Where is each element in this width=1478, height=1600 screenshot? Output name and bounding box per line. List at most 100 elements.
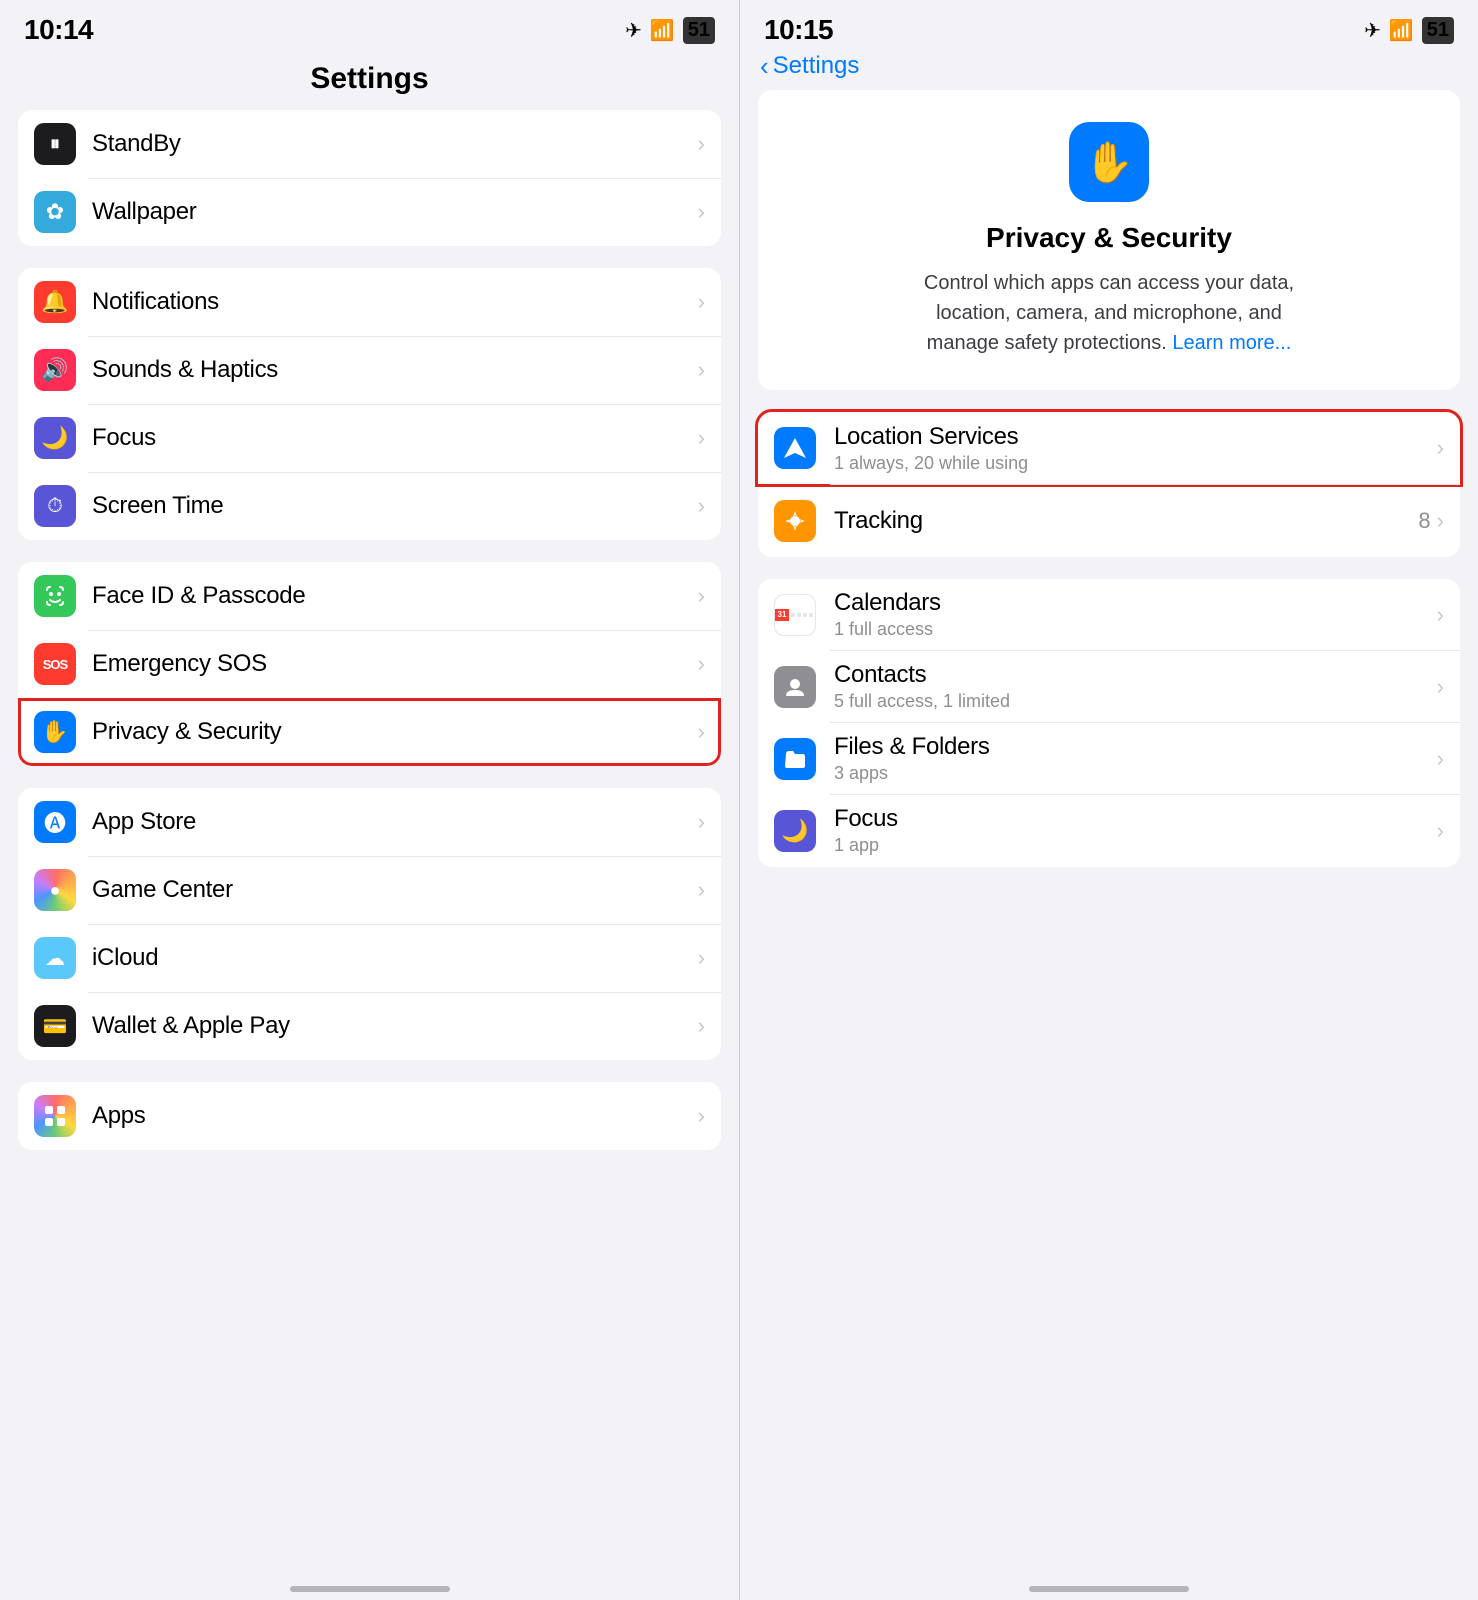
settings-group-4: 🅐 App Store › ● Game Center › ☁ iCloud › [18,788,721,1060]
calendars-chevron: › [1437,602,1444,628]
privacy-hero-desc: Control which apps can access your data,… [899,268,1319,358]
wallet-icon: 💳 [34,1005,76,1047]
permissions-group: 31 Calendars 1 full access › [758,579,1460,867]
files-icon [774,738,816,780]
settings-row-standby[interactable]: ⏸ StandBy › [18,110,721,178]
left-time: 10:14 [24,14,93,46]
calendars-subtitle: 1 full access [834,619,1437,640]
page-title: Settings [0,54,739,110]
standby-icon: ⏸ [34,123,76,165]
right-wifi-icon: 📶 [1389,18,1414,43]
tracking-row[interactable]: Tracking 8 › [758,485,1460,557]
calendars-row[interactable]: 31 Calendars 1 full access › [758,579,1460,651]
back-button[interactable]: ‹ Settings [760,52,1458,80]
focus-label: Focus [92,424,690,452]
right-panel: 10:15 ✈ 📶 51 ‹ Settings ✋ Privacy & Secu… [739,0,1478,1600]
standby-label: StandBy [92,130,690,158]
calendars-text: Calendars 1 full access [834,589,1437,640]
files-title: Files & Folders [834,733,1437,761]
privacy-hero-card: ✋ Privacy & Security Control which apps … [758,90,1460,390]
apps-label: Apps [92,1102,690,1130]
focus-perm-chevron: › [1437,818,1444,844]
back-chevron-icon: ‹ [760,53,769,79]
settings-group-5: Apps › [18,1082,721,1150]
calendars-icon: 31 [774,594,816,636]
left-status-bar: 10:14 ✈ 📶 51 [0,0,739,54]
settings-row-notifications[interactable]: 🔔 Notifications › [18,268,721,336]
apps-icon [34,1095,76,1137]
location-icon [774,427,816,469]
learn-more-link[interactable]: Learn more... [1172,332,1291,354]
focus-icon: 🌙 [34,417,76,459]
tracking-text: Tracking [834,507,1418,535]
settings-group-1: ⏸ StandBy › ✿ Wallpaper › [18,110,721,246]
settings-group-3: Face ID & Passcode › SOS Emergency SOS ›… [18,562,721,766]
settings-group-2: 🔔 Notifications › 🔊 Sounds & Haptics › 🌙… [18,268,721,540]
focus-perm-text: Focus 1 app [834,805,1437,856]
left-status-icons: ✈ 📶 51 [625,17,715,44]
right-home-indicator [740,1564,1478,1600]
privacy-icon: ✋ [34,711,76,753]
tracking-badge: 8 [1418,508,1430,534]
location-services-row[interactable]: Location Services 1 always, 20 while usi… [758,412,1460,484]
icloud-label: iCloud [92,944,690,972]
contacts-chevron: › [1437,674,1444,700]
settings-row-sos[interactable]: SOS Emergency SOS › [18,630,721,698]
files-subtitle: 3 apps [834,763,1437,784]
calendars-title: Calendars [834,589,1437,617]
sounds-label: Sounds & Haptics [92,356,690,384]
sounds-icon: 🔊 [34,349,76,391]
wallpaper-label: Wallpaper [92,198,690,226]
right-airplane-icon: ✈ [1364,18,1381,43]
contacts-subtitle: 5 full access, 1 limited [834,691,1437,712]
privacy-hero-title: Privacy & Security [986,222,1232,254]
screentime-label: Screen Time [92,492,690,520]
airplane-icon: ✈ [625,18,642,43]
settings-row-focus[interactable]: 🌙 Focus › [18,404,721,472]
settings-row-icloud[interactable]: ☁ iCloud › [18,924,721,992]
right-time: 10:15 [764,14,833,46]
gamecenter-icon: ● [34,869,76,911]
sos-label: Emergency SOS [92,650,690,678]
settings-row-apps[interactable]: Apps › [18,1082,721,1150]
right-status-bar: 10:15 ✈ 📶 51 [740,0,1478,46]
tracking-chevron: › [1437,508,1444,534]
location-text: Location Services 1 always, 20 while usi… [834,423,1437,474]
settings-row-sounds[interactable]: 🔊 Sounds & Haptics › [18,336,721,404]
settings-row-screentime[interactable]: ⏱ Screen Time › [18,472,721,540]
files-row[interactable]: Files & Folders 3 apps › [758,723,1460,795]
files-chevron: › [1437,746,1444,772]
home-bar [290,1586,450,1592]
settings-row-wallpaper[interactable]: ✿ Wallpaper › [18,178,721,246]
contacts-text: Contacts 5 full access, 1 limited [834,661,1437,712]
home-indicator [0,1564,739,1600]
right-battery-indicator: 51 [1422,17,1454,44]
location-title: Location Services [834,423,1437,451]
back-label: Settings [773,52,860,80]
settings-list: ⏸ StandBy › ✿ Wallpaper › 🔔 Notification… [0,110,739,1564]
location-tracking-group: Location Services 1 always, 20 while usi… [758,412,1460,557]
settings-row-gamecenter[interactable]: ● Game Center › [18,856,721,924]
wallet-label: Wallet & Apple Pay [92,1012,690,1040]
settings-row-wallet[interactable]: 💳 Wallet & Apple Pay › [18,992,721,1060]
contacts-title: Contacts [834,661,1437,689]
right-status-icons: ✈ 📶 51 [1364,17,1454,44]
settings-row-privacy[interactable]: ✋ Privacy & Security › [18,698,721,766]
location-subtitle: 1 always, 20 while using [834,453,1437,474]
focus-perm-subtitle: 1 app [834,835,1437,856]
contacts-icon [774,666,816,708]
privacy-label: Privacy & Security [92,718,690,746]
left-panel: 10:14 ✈ 📶 51 Settings ⏸ StandBy › ✿ Wall… [0,0,739,1600]
privacy-hand-icon: ✋ [1084,139,1134,186]
settings-row-faceid[interactable]: Face ID & Passcode › [18,562,721,630]
files-text: Files & Folders 3 apps [834,733,1437,784]
focus-perm-row[interactable]: 🌙 Focus 1 app › [758,795,1460,867]
focus-perm-icon: 🌙 [774,810,816,852]
wifi-icon: 📶 [650,18,675,43]
standby-chevron: › [698,131,705,157]
notifications-label: Notifications [92,288,690,316]
battery-indicator: 51 [683,17,715,44]
contacts-row[interactable]: Contacts 5 full access, 1 limited › [758,651,1460,723]
settings-row-appstore[interactable]: 🅐 App Store › [18,788,721,856]
location-chevron: › [1437,435,1444,461]
